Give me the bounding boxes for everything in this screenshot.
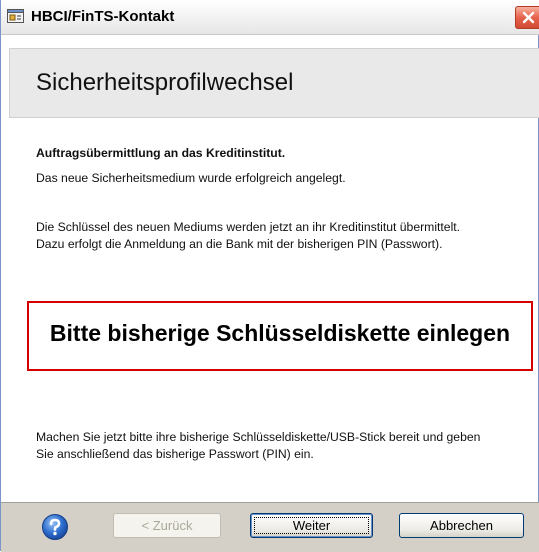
- cancel-button[interactable]: Abbrechen: [399, 513, 524, 538]
- instruction-text-2: Sie anschließend das bisherige Passwort …: [36, 447, 314, 461]
- info-text-1: Die Schlüssel des neuen Mediums werden j…: [36, 220, 461, 234]
- close-button[interactable]: [515, 6, 539, 29]
- insert-disk-text: Bitte bisherige Schlüsseldiskette einleg…: [49, 320, 511, 346]
- wizard-header: Sicherheitsprofilwechsel: [9, 48, 539, 118]
- insert-disk-notice: Bitte bisherige Schlüsseldiskette einleg…: [27, 301, 533, 371]
- title-bar[interactable]: HBCI/FinTS-Kontakt: [1, 0, 539, 35]
- app-window-icon: [7, 8, 25, 24]
- button-bar: < Zurück Weiter Abbrechen: [1, 502, 539, 552]
- window-title: HBCI/FinTS-Kontakt: [31, 8, 175, 25]
- dialog-window: HBCI/FinTS-Kontakt Sicherheitsprofilwech…: [0, 0, 539, 552]
- section-heading: Auftragsübermittlung an das Kreditinstit…: [36, 146, 286, 160]
- help-icon[interactable]: [41, 513, 69, 541]
- instruction-text-1: Machen Sie jetzt bitte ihre bisherige Sc…: [36, 430, 481, 444]
- focus-outline: [254, 517, 369, 534]
- page-title: Sicherheitsprofilwechsel: [36, 69, 294, 96]
- back-button[interactable]: < Zurück: [113, 513, 221, 538]
- next-button[interactable]: Weiter: [250, 513, 373, 538]
- status-text: Das neue Sicherheitsmedium wurde erfolgr…: [36, 171, 346, 185]
- close-icon: [522, 11, 535, 24]
- back-button-label: < Zurück: [141, 518, 193, 533]
- info-text-2: Dazu erfolgt die Anmeldung an die Bank m…: [36, 237, 443, 251]
- cancel-button-label: Abbrechen: [430, 518, 493, 533]
